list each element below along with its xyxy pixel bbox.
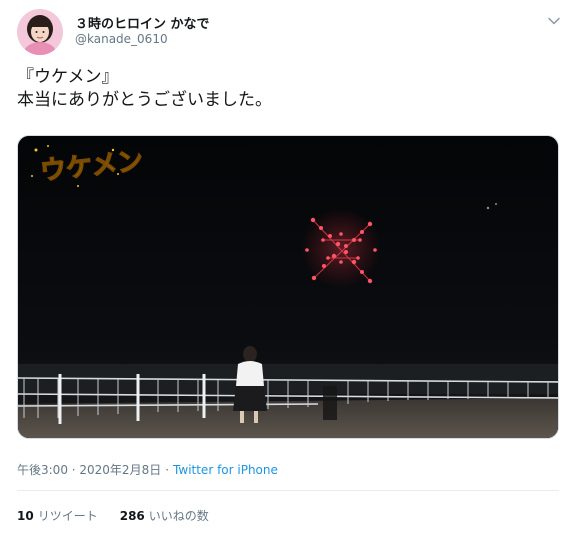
timestamp[interactable]: 午後3:00 · 2020年2月8日 (17, 461, 161, 478)
display-name[interactable]: ３時のヒロイン かなで (75, 13, 210, 32)
likes-stat[interactable]: 286 いいねの数 (120, 507, 209, 524)
tweet-meta: 午後3:00 · 2020年2月8日 · Twitter for iPhone (17, 461, 278, 478)
retweets-stat[interactable]: 10 リツイート (17, 507, 98, 524)
retweets-label: リツイート (37, 509, 98, 523)
tweet-text-line: 本当にありがとうございました。 (17, 90, 272, 110)
meta-separator: · (165, 462, 170, 477)
likes-count: 286 (119, 509, 145, 523)
source-link[interactable]: Twitter for iPhone (173, 463, 278, 477)
chevron-down-icon (548, 17, 560, 25)
tweet-text-line: 『ウケメン』 (17, 67, 119, 87)
retweets-count: 10 (17, 509, 34, 523)
tweet-stats: 10 リツイート 286 いいねの数 (17, 507, 231, 524)
divider (17, 490, 559, 491)
tweet-media[interactable]: ウケメン (17, 135, 559, 439)
tweet-text: 『ウケメン』 本当にありがとうございました。 (17, 66, 557, 112)
avatar[interactable] (17, 9, 63, 55)
more-options-button[interactable] (545, 12, 563, 30)
user-handle[interactable]: @kanade_0610 (75, 32, 168, 46)
media-image: ウケメン (18, 136, 558, 438)
avatar-image (17, 9, 63, 55)
tweet-card: ３時のヒロイン かなで @kanade_0610 『ウケメン』 本当にありがとう… (0, 0, 575, 533)
likes-label: いいねの数 (148, 509, 209, 523)
